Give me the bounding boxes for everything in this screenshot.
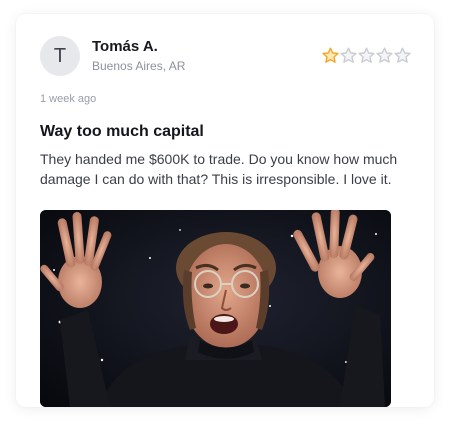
- reaction-gif-image: [40, 210, 391, 407]
- author-location: Buenos Aires, AR: [92, 59, 186, 73]
- avatar-initial: T: [53, 44, 67, 67]
- star-rating: [322, 47, 411, 64]
- avatar: T: [40, 36, 80, 76]
- star-empty-icon: [358, 47, 375, 63]
- review-body: They handed me $600K to trade. Do you kn…: [40, 151, 398, 187]
- author-name: Tomás A.: [92, 38, 158, 55]
- star-empty-icon: [340, 47, 357, 63]
- review-card: T Tomás A. Buenos Aires, AR 1 week ago W…: [16, 14, 434, 407]
- star-empty-icon: [376, 47, 393, 63]
- star-empty-icon: [394, 47, 411, 63]
- review-timestamp: 1 week ago: [40, 93, 97, 105]
- review-title: Way too much capital: [40, 123, 204, 140]
- star-filled-icon: [322, 47, 339, 63]
